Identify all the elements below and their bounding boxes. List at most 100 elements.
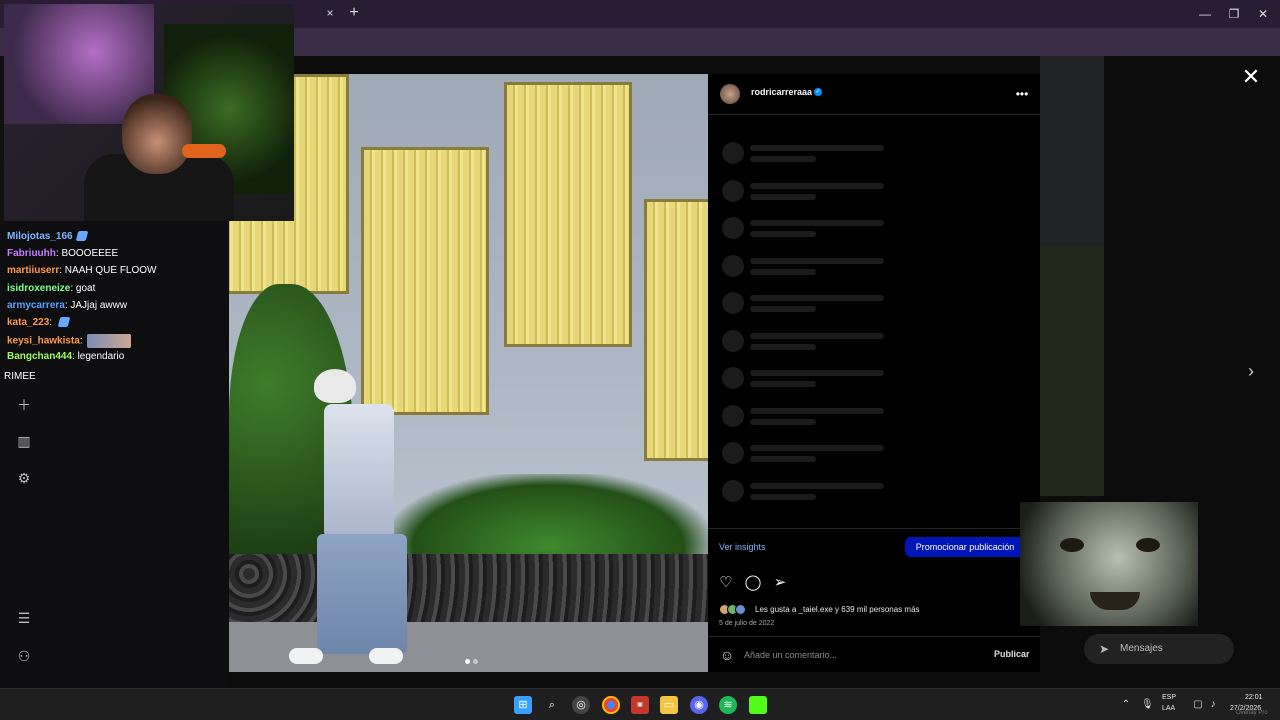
- skeleton-line: [750, 268, 816, 275]
- next-post-icon[interactable]: ›: [1240, 360, 1262, 382]
- post-image[interactable]: [229, 74, 708, 672]
- spotify-icon[interactable]: ≋: [719, 696, 737, 714]
- cat-mouth: [1090, 592, 1140, 610]
- close-modal-icon[interactable]: ✕: [1240, 66, 1262, 88]
- gear-icon[interactable]: ⚙: [14, 468, 34, 488]
- new-tab-icon[interactable]: +: [345, 4, 363, 22]
- chat-username[interactable]: isidroxeneize: [7, 283, 70, 294]
- users-icon[interactable]: ⚇: [14, 646, 34, 666]
- photo-bamboo-panel: [504, 82, 632, 347]
- post-side-panel: rodricarreraaa ✓ ••• Ver insights Promoc…: [708, 74, 1040, 672]
- kick-icon[interactable]: [749, 696, 767, 714]
- language-code[interactable]: ESP: [1162, 694, 1176, 701]
- chat-text: : goat: [70, 282, 96, 294]
- search-icon[interactable]: ⌕: [543, 696, 561, 714]
- chat-text: : legendario: [72, 351, 125, 363]
- chat-username[interactable]: martiiuserr: [7, 265, 59, 276]
- liker-avatar: [735, 604, 746, 615]
- promote-post-button[interactable]: Promocionar publicación: [905, 537, 1025, 557]
- skeleton-comment-row: [722, 179, 1022, 204]
- skeleton-avatar: [722, 142, 744, 164]
- minimize-icon[interactable]: —: [1196, 5, 1214, 23]
- skeleton-line: [750, 332, 884, 339]
- tab-close-icon[interactable]: ×: [322, 5, 338, 21]
- skeleton-line: [750, 220, 884, 226]
- skeleton-comment-row: [722, 404, 1022, 429]
- publish-button[interactable]: Publicar: [994, 649, 1030, 659]
- windows-start-icon[interactable]: ⊞: [514, 696, 532, 714]
- author-username[interactable]: rodricarreraaa: [751, 87, 812, 97]
- chat-username[interactable]: armycarrera: [7, 300, 65, 311]
- skeleton-line: [750, 370, 884, 376]
- emoji-icon[interactable]: ☺: [719, 647, 735, 663]
- streamer-face: [122, 94, 192, 174]
- volume-icon[interactable]: ♪: [1207, 699, 1219, 711]
- liker-avatars: [719, 604, 753, 615]
- app-icon[interactable]: ◎: [572, 696, 590, 714]
- chat-text: :: [79, 335, 86, 347]
- chat-message: isidroxeneize: goat: [7, 283, 95, 294]
- chat-username[interactable]: Bangchan444: [7, 351, 72, 362]
- overlay-watermark: Overlay Pro: [1236, 710, 1268, 716]
- window-close-icon[interactable]: ✕: [1254, 5, 1272, 23]
- stream-chat: Milojotas_166 Fabriuuhh: BOOOEEEE martiius…: [0, 221, 229, 688]
- microphone-icon[interactable]: 🎙: [1141, 699, 1154, 711]
- restore-icon[interactable]: ❐: [1225, 5, 1243, 23]
- chat-message: kata_223:: [7, 317, 71, 328]
- share-send-icon[interactable]: ➢: [771, 574, 789, 592]
- skeleton-comment-row: [722, 217, 1022, 241]
- view-insights-link[interactable]: Ver insights: [719, 542, 766, 552]
- more-options-icon[interactable]: •••: [1014, 86, 1030, 102]
- chat-text: :: [49, 317, 55, 328]
- chrome-icon[interactable]: [602, 696, 620, 714]
- send-icon: ➤: [1098, 642, 1110, 656]
- skeleton-comment-row: [722, 329, 1022, 354]
- chevron-up-icon[interactable]: ⌃: [1120, 699, 1132, 711]
- messages-label: Mensajes: [1120, 643, 1163, 654]
- divider: [708, 528, 1040, 529]
- skeleton-line: [750, 445, 884, 451]
- post-header: rodricarreraaa ✓ •••: [708, 74, 1040, 115]
- messages-widget[interactable]: ➤ Mensajes: [1084, 634, 1234, 664]
- app-icon[interactable]: ▣: [631, 696, 649, 714]
- file-explorer-icon[interactable]: ▭: [660, 696, 678, 714]
- plus-icon[interactable]: ＋: [14, 395, 34, 415]
- list-menu-icon[interactable]: ☰: [14, 608, 34, 628]
- chat-message: Bangchan444: legendario: [7, 351, 124, 362]
- comment-bubble-icon[interactable]: ◯: [744, 574, 762, 592]
- skeleton-avatar: [722, 292, 744, 314]
- skeleton-line: [750, 306, 816, 312]
- comment-input[interactable]: [744, 645, 944, 665]
- likes-summary[interactable]: Les gusta a _taiel.exe y 639 mil persona…: [755, 605, 920, 614]
- cat-video-overlay: [1020, 502, 1198, 626]
- photo-person-cap: [314, 369, 356, 403]
- chat-emote-icon: [75, 231, 88, 242]
- chat-username[interactable]: keysi_hawkista: [7, 336, 80, 347]
- photo-person-shoe: [289, 648, 323, 664]
- like-heart-icon[interactable]: ♡: [717, 574, 735, 592]
- chat-message: Milojotas_166: [7, 231, 88, 242]
- chat-message: keysi_hawkista:: [7, 334, 132, 349]
- author-avatar[interactable]: [720, 84, 740, 104]
- skeleton-line: [750, 231, 816, 237]
- discord-icon[interactable]: ◉: [690, 696, 708, 714]
- chat-emote-image: [87, 334, 132, 349]
- screen: × + — ❐ ✕ ⇩ ☆ ⧉ ⋮ ✕ ›: [0, 0, 1280, 720]
- windows-taskbar: ⊞ ⌕ ◎ ▣ ▭ ◉ ≋ ⌃ 🎙 ESP LAA ▢ ♪ 22:01 27/2…: [0, 688, 1280, 720]
- post-date: 5 de julio de 2022: [719, 620, 775, 627]
- chat-message: armycarrera: JAJjaj awww: [7, 300, 127, 311]
- chat-text: : JAJjaj awww: [64, 299, 128, 311]
- clock-time[interactable]: 22:01: [1245, 694, 1263, 701]
- skeleton-line: [750, 482, 884, 489]
- skeleton-avatar: [722, 367, 744, 389]
- keyboard-layout[interactable]: LAA: [1162, 705, 1175, 712]
- skeleton-avatar: [722, 217, 744, 239]
- skeleton-avatar: [722, 254, 744, 277]
- stats-chart-icon[interactable]: ▥: [14, 431, 34, 451]
- chat-username[interactable]: kata_223: [7, 317, 49, 328]
- network-icon[interactable]: ▢: [1192, 699, 1204, 711]
- skeleton-comment-row: [722, 254, 1022, 279]
- chat-username[interactable]: Fabriuuhh: [7, 248, 56, 259]
- chat-username[interactable]: Milojotas_166: [7, 231, 73, 242]
- skeleton-line: [750, 381, 816, 387]
